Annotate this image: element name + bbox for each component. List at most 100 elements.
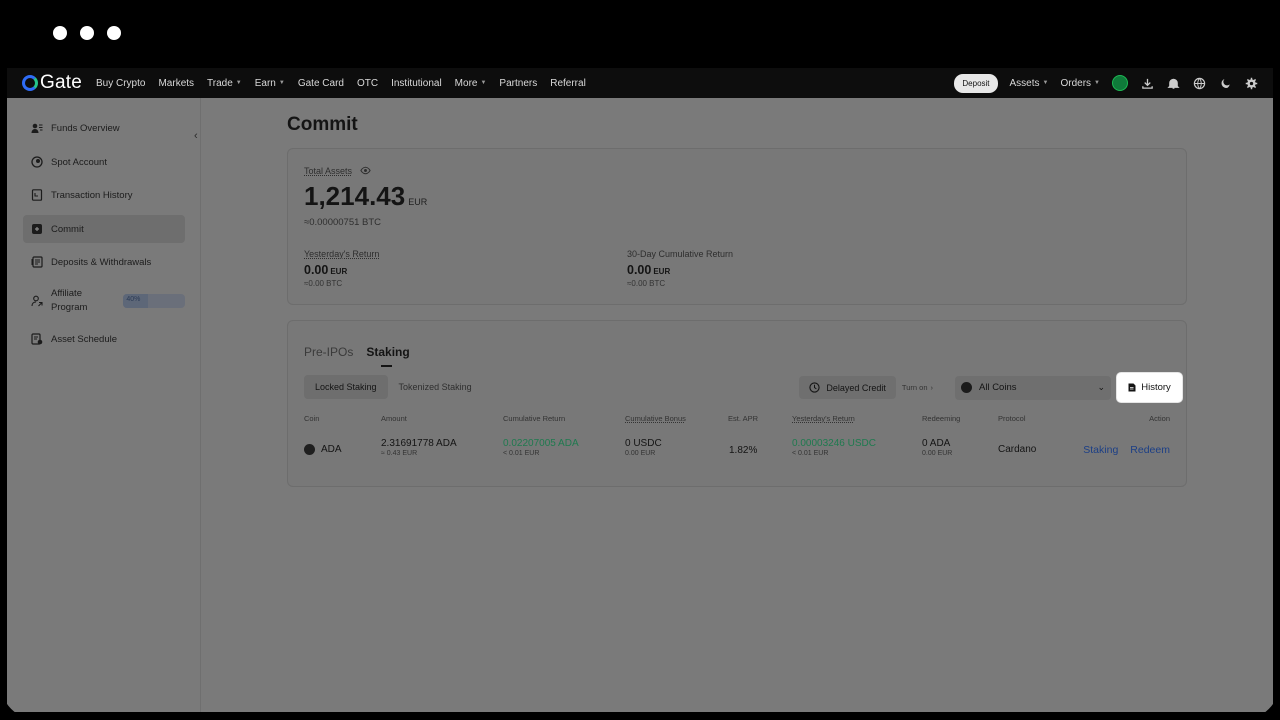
caret-down-icon: ▼ <box>278 80 285 86</box>
funds-overview-icon <box>31 122 43 134</box>
sidebar-item-asset-schedule[interactable]: Asset Schedule <box>23 325 185 353</box>
nav-label: Gate Card <box>297 77 344 89</box>
nav-label: Referral <box>550 77 586 89</box>
all-coins-select[interactable]: All Coins ⌄ <box>955 375 1111 400</box>
nav-item-referral[interactable]: Referral <box>550 78 586 89</box>
nav-label: OTC <box>356 77 379 89</box>
cumulative-return-currency: EUR <box>653 267 671 276</box>
cumulative-bonus-value: 0 USDC <box>625 438 662 449</box>
sidebar-item-commit[interactable]: Commit <box>23 215 185 243</box>
download-icon[interactable] <box>1140 76 1154 90</box>
avatar[interactable] <box>1112 75 1128 91</box>
minimize-dot[interactable] <box>80 26 94 40</box>
progress-text: 40% <box>126 296 141 303</box>
sidebar-item-label: Affiliate Program <box>51 288 88 313</box>
redeem-button[interactable]: Redeem <box>1130 444 1170 456</box>
staking-subtabs: Locked Staking Tokenized Staking <box>304 375 483 399</box>
col-action: Action <box>1149 414 1170 423</box>
nav-item-more[interactable]: More ▼ <box>455 78 487 89</box>
redeeming-value: 0 ADA <box>922 438 951 449</box>
tab-pre-ipos[interactable]: Pre-IPOs <box>304 345 353 367</box>
col-coin: Coin <box>304 414 320 423</box>
settings-icon[interactable] <box>1244 76 1258 90</box>
sidebar-item-label: Funds Overview <box>51 122 120 134</box>
nav-right: Deposit Assets ▼ Orders ▼ <box>954 73 1258 93</box>
sidebar-item-funds-overview[interactable]: Funds Overview <box>23 114 185 142</box>
product-tabs: Pre-IPOs Staking <box>304 345 410 367</box>
brand-name: Gate <box>40 72 82 93</box>
nav-item-otc[interactable]: OTC <box>357 78 378 89</box>
yesterday-return-amount: 0.00 <box>304 263 329 277</box>
sidebar-item-spot-account[interactable]: Spot Account <box>23 148 185 176</box>
turn-on-label: Turn on <box>901 383 928 392</box>
summary-card: Total Assets 1,214.43 EUR ≈0.00000751 BT… <box>287 148 1187 305</box>
staking-button[interactable]: Staking <box>1083 444 1118 456</box>
cumulative-return-label: 30-Day Cumulative Return <box>627 249 734 259</box>
sidebar-item-label: Asset Schedule <box>51 333 118 345</box>
subtab-locked-staking[interactable]: Locked Staking <box>304 375 388 399</box>
total-assets-label[interactable]: Total Assets <box>304 166 352 176</box>
orders-menu[interactable]: Orders ▼ <box>1060 78 1100 89</box>
nav-item-buy-crypto[interactable]: Buy Crypto <box>96 78 145 89</box>
gate-logo[interactable]: Gate <box>22 72 82 94</box>
sidebar-item-label: Commit <box>51 223 84 235</box>
bell-icon[interactable] <box>1166 76 1180 90</box>
staking-filters: Delayed Credit Turn on › All Coins ⌄ Hist… <box>799 373 1182 402</box>
assets-label: Assets <box>1009 77 1040 89</box>
sidebar-item-affiliate-program[interactable]: Affiliate Program 40% <box>23 284 185 318</box>
nav-item-partners[interactable]: Partners <box>499 78 537 89</box>
sidebar: Funds Overview Spot Account Transaction … <box>7 98 201 712</box>
window-controls <box>53 26 121 40</box>
table-row: ADA 2.31691778 ADA ≈ 0.43 EUR 0.02207005… <box>288 438 1186 468</box>
yesterday-return-value: 0.00 EUR <box>304 263 379 277</box>
collapse-sidebar-icon[interactable]: ‹ <box>194 130 198 142</box>
sidebar-item-label: Spot Account <box>51 156 107 168</box>
affiliate-progress-bar: 40% <box>123 294 185 308</box>
nav-item-earn[interactable]: Earn ▼ <box>255 78 285 89</box>
deposits-withdrawals-icon <box>31 256 43 268</box>
col-cumulative-bonus[interactable]: Cumulative Bonus <box>625 414 686 423</box>
delayed-credit-badge: Delayed Credit <box>799 376 896 399</box>
orders-label: Orders <box>1060 77 1092 89</box>
coin-cell: ADA <box>304 444 342 455</box>
nav-label: Markets <box>158 77 195 89</box>
transaction-history-icon <box>31 189 43 201</box>
sidebar-item-deposits-withdrawals[interactable]: Deposits & Withdrawals <box>23 248 185 276</box>
moon-icon[interactable] <box>1218 76 1232 90</box>
nav-label: Trade <box>207 77 233 89</box>
nav-item-gate-card[interactable]: Gate Card <box>298 78 344 89</box>
history-button[interactable]: History <box>1117 373 1182 402</box>
close-dot[interactable] <box>53 26 67 40</box>
yesterday-return-stat: Yesterday's Return 0.00 EUR ≈0.00 BTC <box>304 249 379 288</box>
globe-icon[interactable] <box>1192 76 1206 90</box>
subtab-tokenized-staking[interactable]: Tokenized Staking <box>388 375 483 399</box>
eye-icon[interactable] <box>360 165 371 176</box>
affiliate-icon <box>31 295 43 307</box>
assets-menu[interactable]: Assets ▼ <box>1010 78 1049 89</box>
nav-label: Earn <box>254 77 276 89</box>
sidebar-item-transaction-history[interactable]: Transaction History <box>23 181 185 209</box>
nav-label: Institutional <box>391 77 442 89</box>
cumulative-bonus-cell: 0 USDC 0.00 EUR <box>625 438 662 457</box>
coins-icon <box>961 382 972 393</box>
nav-item-institutional[interactable]: Institutional <box>391 78 442 89</box>
col-yesterday-return[interactable]: Yesterday's Return <box>792 414 855 423</box>
ada-coin-icon <box>304 444 315 455</box>
caret-down-icon: ▼ <box>1094 80 1100 86</box>
protocol-value: Cardano <box>998 444 1037 455</box>
col-est-apr: Est. APR <box>728 414 759 423</box>
cumulative-return-value: 0.02207005 ADA <box>503 438 579 449</box>
tab-staking[interactable]: Staking <box>366 345 410 367</box>
nav-item-trade[interactable]: Trade ▼ <box>207 78 242 89</box>
protocol-cell: Cardano <box>998 444 1036 455</box>
redeeming-cell: 0 ADA 0.00 EUR <box>922 438 952 457</box>
maximize-dot[interactable] <box>107 26 121 40</box>
yesterday-return-row-value: 0.00003246 USDC <box>792 438 876 449</box>
total-assets-amount: 1,214.43 <box>304 181 406 211</box>
deposit-button[interactable]: Deposit <box>954 73 998 93</box>
turn-on-link[interactable]: Turn on › <box>902 383 933 392</box>
yesterday-return-label[interactable]: Yesterday's Return <box>304 249 379 259</box>
col-protocol: Protocol <box>998 414 1026 423</box>
total-assets-currency: EUR <box>408 197 428 207</box>
nav-item-markets[interactable]: Markets <box>158 78 194 89</box>
